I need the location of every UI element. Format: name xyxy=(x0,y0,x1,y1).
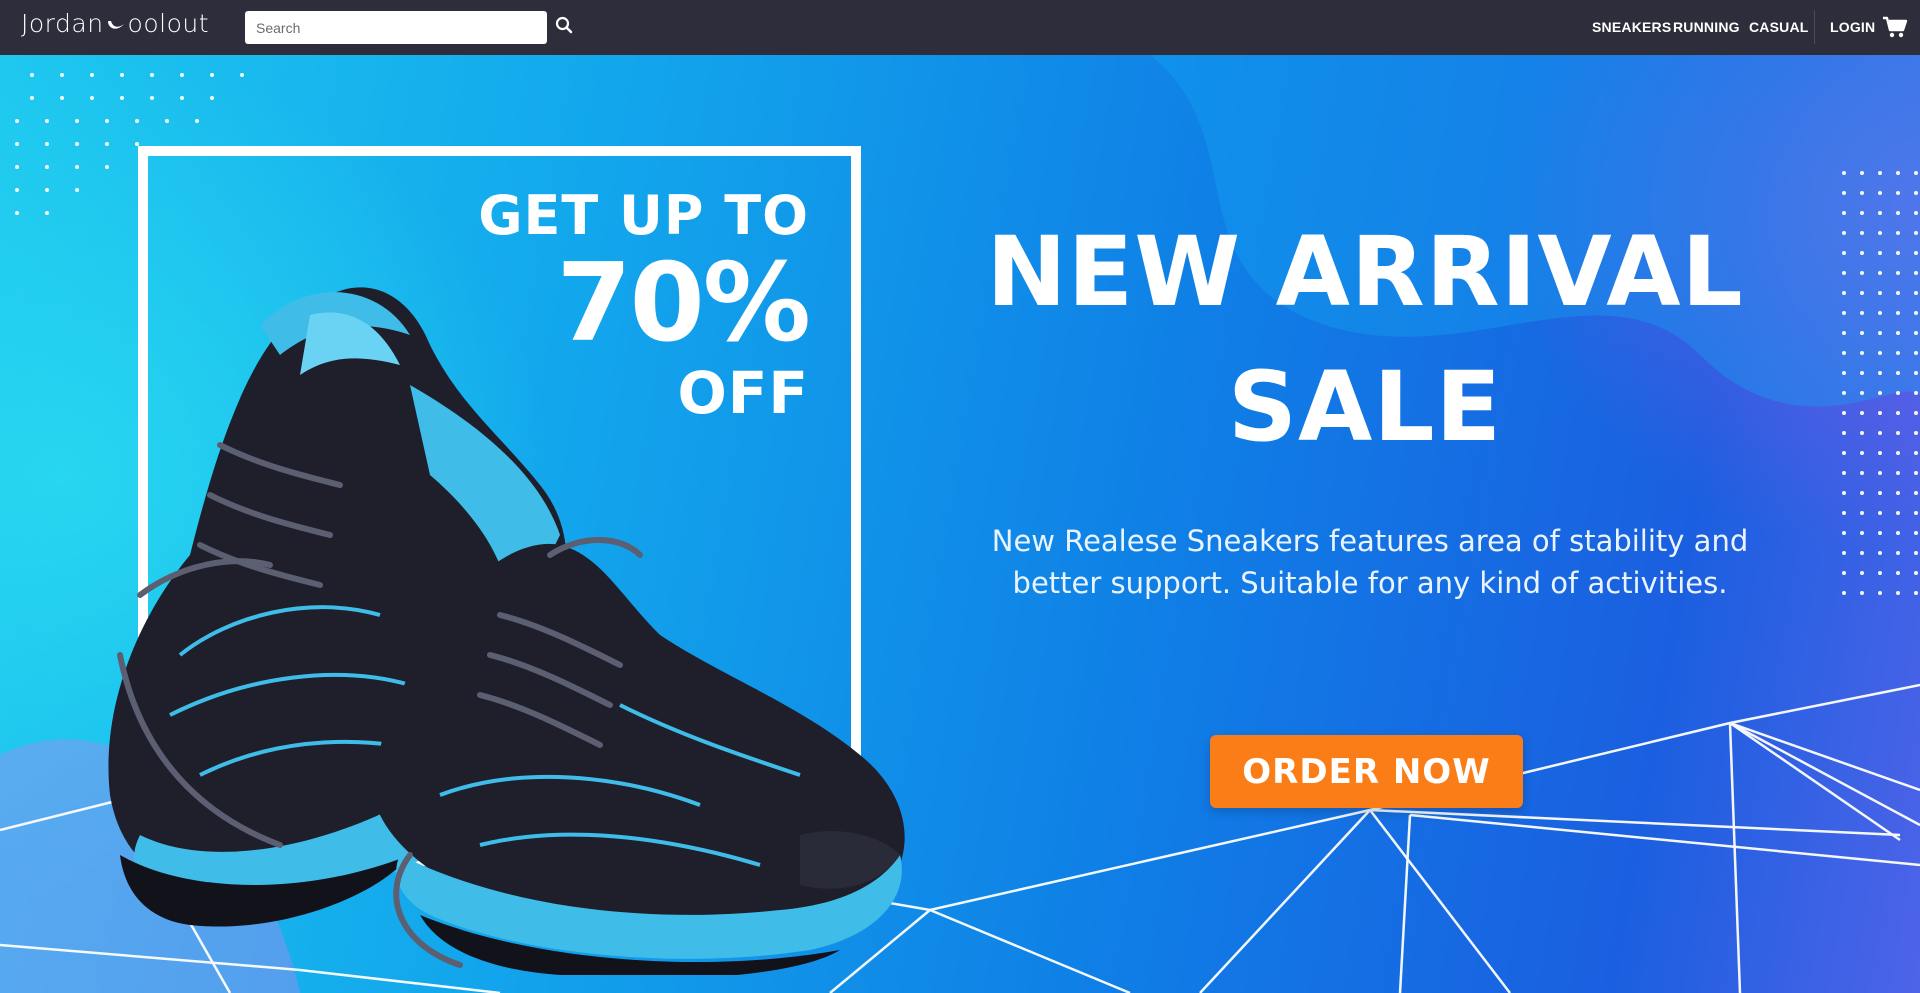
order-now-button[interactable]: ORDER NOW xyxy=(1210,735,1523,808)
brand-name-right: oolout xyxy=(127,9,210,38)
cart-icon xyxy=(1883,16,1908,38)
navbar: Jordan oolout SNEAKERS RUNNING CASUAL LO… xyxy=(0,0,1920,55)
brand-logo[interactable]: Jordan oolout xyxy=(21,9,209,38)
brand-swoosh-icon xyxy=(107,20,124,29)
headline-line-1: NEW ARRIVAL xyxy=(986,216,1744,328)
cart-button[interactable] xyxy=(1882,16,1908,40)
nav-link-running[interactable]: RUNNING xyxy=(1673,19,1740,35)
brand-name-left: Jordan xyxy=(21,9,104,38)
search-input[interactable] xyxy=(245,11,547,44)
hero-banner: GET UP TO 70% OFF NEW ARRIVAL SALE New R… xyxy=(0,55,1920,993)
headline: NEW ARRIVAL SALE xyxy=(940,205,1790,475)
headline-line-2: SALE xyxy=(1227,351,1503,463)
nav-link-sneakers[interactable]: SNEAKERS xyxy=(1592,19,1671,35)
search-icon xyxy=(555,16,573,33)
nav-link-login[interactable]: LOGIN xyxy=(1830,19,1875,35)
nav-divider xyxy=(1814,10,1815,44)
nav-link-casual[interactable]: CASUAL xyxy=(1749,19,1809,35)
search-button[interactable] xyxy=(553,14,575,38)
sneakers-image xyxy=(108,287,905,975)
hero-description: New Realese Sneakers features area of st… xyxy=(991,524,1749,600)
